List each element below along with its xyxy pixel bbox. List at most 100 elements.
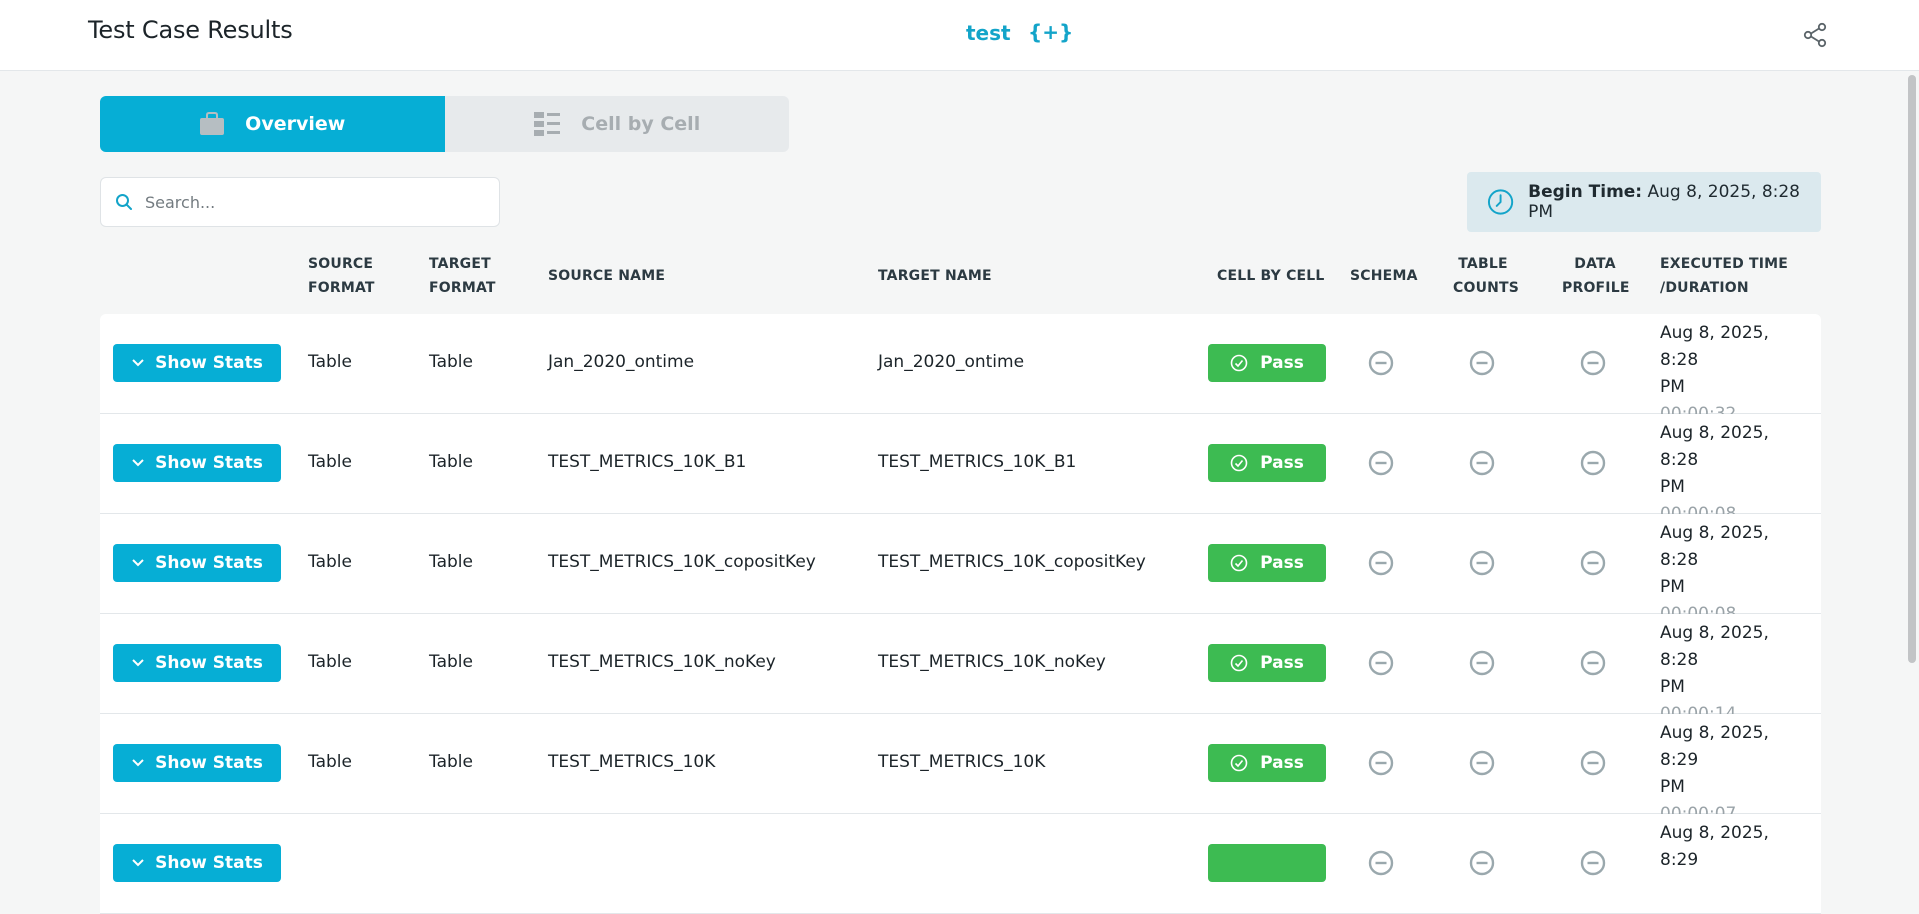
source-name-cell: TEST_METRICS_10K_noKey <box>548 652 776 672</box>
search-input[interactable] <box>145 192 485 212</box>
not-run-icon <box>1469 750 1495 776</box>
status-badge[interactable]: Pass <box>1208 644 1326 682</box>
not-run-icon <box>1580 450 1606 476</box>
not-run-icon <box>1368 350 1394 376</box>
search-icon <box>116 194 132 210</box>
target-name-cell: Jan_2020_ontime <box>878 352 1025 372</box>
show-stats-button[interactable]: Show Stats <box>113 344 281 382</box>
begin-time-label: Begin Time: <box>1528 182 1643 202</box>
column-executed-time[interactable]: EXECUTED TIME /DURATION <box>1660 252 1788 300</box>
show-stats-button[interactable]: Show Stats <box>113 844 281 882</box>
not-run-icon <box>1368 650 1394 676</box>
source-format-cell: Table <box>308 352 352 372</box>
status-badge[interactable] <box>1208 844 1326 882</box>
table-row: Show Stats Table Table TEST_METRICS_10K_… <box>100 614 1821 724</box>
chevron-down-icon <box>132 459 144 467</box>
column-cell-by-cell[interactable]: CELL BY CELL <box>1217 264 1325 288</box>
not-run-icon <box>1580 550 1606 576</box>
table-row: Show Stats Table Table TEST_METRICS_10K_… <box>100 514 1821 624</box>
executed-time-cell: Aug 8, 2025, 8:28 PM 00:00:08 <box>1660 520 1810 628</box>
clock-icon <box>1487 189 1514 215</box>
not-run-icon <box>1580 850 1606 876</box>
source-format-cell: Table <box>308 652 352 672</box>
table-row: Show Stats Table Table Jan_2020_ontime J… <box>100 314 1821 424</box>
column-table-counts[interactable]: TABLE COUNTS <box>1453 252 1519 300</box>
scrollbar-thumb[interactable] <box>1908 75 1916 663</box>
executed-time-cell: Aug 8, 2025, 8:29 PM 00:00:07 <box>1660 720 1810 828</box>
source-name-cell: TEST_METRICS_10K_B1 <box>548 452 747 472</box>
status-badge[interactable]: Pass <box>1208 344 1326 382</box>
check-circle-icon <box>1230 754 1248 772</box>
target-format-cell: Table <box>429 752 473 772</box>
executed-time-cell: Aug 8, 2025, 8:29 <box>1660 823 1769 870</box>
not-run-icon <box>1580 350 1606 376</box>
target-name-cell: TEST_METRICS_10K <box>878 752 1046 772</box>
show-stats-button[interactable]: Show Stats <box>113 544 281 582</box>
target-format-cell: Table <box>429 652 473 672</box>
column-target-format[interactable]: TARGET FORMAT <box>429 252 496 300</box>
not-run-icon <box>1368 850 1394 876</box>
view-tabs: Overview Cell by Cell <box>100 96 789 152</box>
column-target-name[interactable]: TARGET NAME <box>878 264 992 288</box>
table-row: Show Stats Table Table TEST_METRICS_10K … <box>100 714 1821 824</box>
show-stats-button[interactable]: Show Stats <box>113 444 281 482</box>
chevron-down-icon <box>132 359 144 367</box>
status-badge[interactable]: Pass <box>1208 544 1326 582</box>
executed-time-cell: Aug 8, 2025, 8:28 PM 00:00:32 <box>1660 320 1810 428</box>
status-badge[interactable]: Pass <box>1208 444 1326 482</box>
check-circle-icon <box>1230 654 1248 672</box>
executed-time-cell: Aug 8, 2025, 8:28 PM 00:00:14 <box>1660 620 1810 728</box>
target-name-cell: TEST_METRICS_10K_copositKey <box>878 552 1146 572</box>
share-button[interactable] <box>1800 20 1830 50</box>
column-schema[interactable]: SCHEMA <box>1350 264 1418 288</box>
top-bar: Test Case Results test {+} <box>0 0 1919 71</box>
begin-time-panel: Begin Time: Aug 8, 2025, 8:28 PM <box>1467 172 1821 232</box>
status-badge[interactable]: Pass <box>1208 744 1326 782</box>
search-box <box>100 177 500 227</box>
source-name-cell: Jan_2020_ontime <box>548 352 695 372</box>
add-environment-button[interactable]: {+} <box>1028 20 1073 44</box>
not-run-icon <box>1368 750 1394 776</box>
table-row: Show Stats Table Table TEST_METRICS_10K_… <box>100 414 1821 524</box>
not-run-icon <box>1469 650 1495 676</box>
target-format-cell: Table <box>429 552 473 572</box>
environment-label[interactable]: test <box>966 21 1011 45</box>
not-run-icon <box>1368 450 1394 476</box>
tab-overview-label: Overview <box>245 113 346 135</box>
check-circle-icon <box>1230 354 1248 372</box>
check-circle-icon <box>1230 554 1248 572</box>
executed-time-cell: Aug 8, 2025, 8:28 PM 00:00:08 <box>1660 420 1810 528</box>
not-run-icon <box>1469 850 1495 876</box>
show-stats-button[interactable]: Show Stats <box>113 644 281 682</box>
tab-cell-by-cell[interactable]: Cell by Cell <box>444 96 789 152</box>
not-run-icon <box>1580 750 1606 776</box>
tab-cell-by-cell-label: Cell by Cell <box>581 113 701 135</box>
target-name-cell: TEST_METRICS_10K_noKey <box>878 652 1106 672</box>
not-run-icon <box>1469 550 1495 576</box>
not-run-icon <box>1469 450 1495 476</box>
check-circle-icon <box>1230 454 1248 472</box>
briefcase-icon <box>200 112 225 135</box>
table-row: Show Stats Aug 8, 2025, 8:29 <box>100 814 1821 914</box>
table-header: SOURCE FORMAT TARGET FORMAT SOURCE NAME … <box>100 252 1821 304</box>
show-stats-button[interactable]: Show Stats <box>113 744 281 782</box>
chevron-down-icon <box>132 859 144 867</box>
source-format-cell: Table <box>308 452 352 472</box>
target-name-cell: TEST_METRICS_10K_B1 <box>878 452 1077 472</box>
not-run-icon <box>1469 350 1495 376</box>
column-source-name[interactable]: SOURCE NAME <box>548 264 665 288</box>
page-title: Test Case Results <box>88 16 293 44</box>
grid-list-icon <box>534 112 561 136</box>
source-format-cell: Table <box>308 752 352 772</box>
column-data-profile[interactable]: DATA PROFILE <box>1562 252 1629 300</box>
column-source-format[interactable]: SOURCE FORMAT <box>308 252 375 300</box>
target-format-cell: Table <box>429 352 473 372</box>
target-format-cell: Table <box>429 452 473 472</box>
source-format-cell: Table <box>308 552 352 572</box>
not-run-icon <box>1368 550 1394 576</box>
source-name-cell: TEST_METRICS_10K_copositKey <box>548 552 816 572</box>
share-icon <box>1803 22 1827 48</box>
chevron-down-icon <box>132 659 144 667</box>
tab-overview[interactable]: Overview <box>100 96 445 152</box>
chevron-down-icon <box>132 759 144 767</box>
